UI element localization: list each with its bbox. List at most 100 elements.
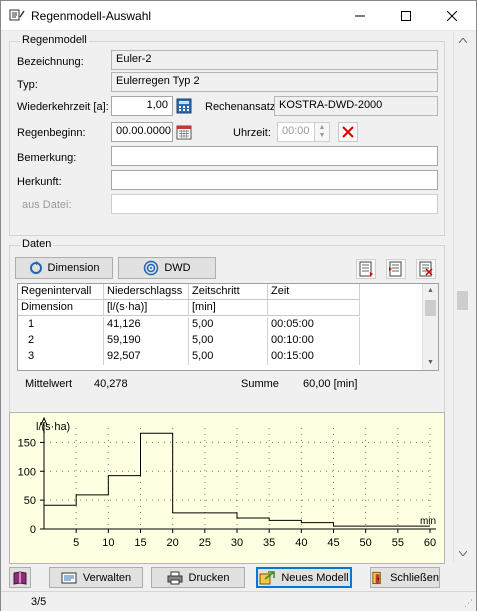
x-tick-label: 15 bbox=[134, 537, 146, 549]
summe-label: Summe bbox=[241, 378, 279, 390]
table-cell[interactable]: 41,126 bbox=[104, 317, 189, 333]
regenbeginn-input[interactable]: 00.00.0000 bbox=[111, 122, 173, 142]
dwd-button-label: DWD bbox=[164, 262, 191, 274]
daten-group-label: Daten bbox=[20, 238, 54, 250]
page-indicator: 3/5 bbox=[31, 596, 47, 608]
dimension-button-label: Dimension bbox=[47, 262, 100, 274]
y-tick-label: 0 bbox=[30, 524, 36, 536]
table-cell[interactable]: 5,00 bbox=[189, 349, 268, 365]
x-tick-label: 50 bbox=[360, 537, 372, 549]
window-scrollbar[interactable] bbox=[453, 32, 470, 562]
column-header[interactable]: Zeitschritt bbox=[189, 284, 268, 300]
column-header[interactable]: Regenintervall bbox=[18, 284, 104, 300]
drucken-button[interactable]: Drucken bbox=[151, 567, 245, 588]
status-bar: 3/5 ⋰ bbox=[1, 591, 476, 611]
x-tick-label: 35 bbox=[263, 537, 275, 549]
rechenansatz-field[interactable]: KOSTRA-DWD-2000 bbox=[274, 96, 438, 116]
column-header[interactable]: Niederschlagss bbox=[104, 284, 189, 300]
dialog-content: Regenmodell Bezeichnung: Euler-2 Typ: Eu… bbox=[1, 32, 453, 588]
bezeichnung-field[interactable]: Euler-2 bbox=[111, 50, 438, 70]
dwd-button[interactable]: DWD bbox=[118, 257, 216, 279]
table-row[interactable]: 1 41,126 5,00 00:05:00 bbox=[18, 317, 423, 333]
table-cell[interactable]: 5,00 bbox=[189, 333, 268, 349]
book-button[interactable] bbox=[9, 567, 31, 588]
export-icon[interactable] bbox=[386, 259, 406, 279]
data-table[interactable]: Regenintervall Niederschlagss Zeitschrit… bbox=[17, 283, 439, 371]
calendar-icon[interactable] bbox=[174, 122, 194, 142]
table-cell[interactable]: 2 bbox=[18, 333, 104, 349]
schliessen-button[interactable]: Schließen bbox=[370, 567, 440, 588]
bemerkung-input[interactable] bbox=[111, 146, 438, 166]
x-tick-label: 45 bbox=[327, 537, 339, 549]
uhrzeit-spinner[interactable]: ▲ ▼ bbox=[314, 122, 330, 142]
spin-down-icon[interactable]: ▼ bbox=[319, 132, 326, 140]
x-tick-label: 20 bbox=[167, 537, 179, 549]
y-axis-label: l/(s·ha) bbox=[36, 421, 70, 433]
y-tick-label: 50 bbox=[24, 495, 36, 507]
refresh-icon bbox=[29, 261, 42, 274]
book-icon bbox=[13, 570, 27, 585]
table-cell[interactable]: 00:10:00 bbox=[268, 333, 360, 349]
drucken-label: Drucken bbox=[188, 571, 230, 584]
delete-time-button[interactable] bbox=[338, 122, 358, 142]
x-tick-label: 25 bbox=[199, 537, 211, 549]
neues-modell-button[interactable]: Neues Modell bbox=[256, 567, 352, 588]
typ-label: Typ: bbox=[17, 79, 38, 91]
herkunft-label: Herkunft: bbox=[17, 176, 62, 188]
table-cell[interactable]: 3 bbox=[18, 349, 104, 365]
app-icon bbox=[9, 8, 25, 24]
table-scrollbar[interactable]: ▲ ▼ bbox=[422, 284, 438, 370]
dialog-window: Regenmodell-Auswahl Regenmodell Bezeichn… bbox=[0, 0, 477, 611]
scroll-up-icon[interactable] bbox=[454, 32, 471, 49]
table-row[interactable]: 2 59,190 5,00 00:10:00 bbox=[18, 333, 423, 349]
import-icon[interactable] bbox=[356, 259, 376, 279]
new-model-icon bbox=[259, 570, 276, 584]
table-cell[interactable]: 59,190 bbox=[104, 333, 189, 349]
herkunft-input[interactable] bbox=[111, 170, 438, 190]
table-cell[interactable]: 5,00 bbox=[189, 317, 268, 333]
table-scroll-thumb[interactable] bbox=[425, 300, 436, 316]
table-cell[interactable]: 92,507 bbox=[104, 349, 189, 365]
mittelwert-label: Mittelwert bbox=[25, 378, 73, 390]
regenbeginn-label: Regenbeginn: bbox=[17, 127, 86, 139]
resize-grip-icon[interactable]: ⋰ bbox=[464, 598, 473, 609]
unit-cell: [min] bbox=[189, 300, 268, 316]
typ-field[interactable]: Eulerregen Typ 2 bbox=[111, 72, 438, 92]
scroll-thumb[interactable] bbox=[457, 291, 468, 310]
spin-up-icon[interactable]: ▲ bbox=[319, 124, 326, 132]
delete-x-icon bbox=[342, 126, 354, 138]
close-button[interactable] bbox=[429, 1, 475, 31]
wiederkehrzeit-label: Wiederkehrzeit [a]: bbox=[17, 101, 109, 113]
unit-cell: Dimension bbox=[18, 300, 104, 316]
delete-table-icon[interactable] bbox=[416, 259, 436, 279]
uhrzeit-input[interactable]: 00:00 bbox=[277, 122, 315, 142]
minimize-button[interactable] bbox=[337, 1, 383, 31]
table-cell[interactable]: 00:05:00 bbox=[268, 317, 360, 333]
calculator-icon[interactable] bbox=[174, 96, 194, 116]
x-tick-label: 5 bbox=[73, 537, 79, 549]
aus-datei-field[interactable] bbox=[111, 194, 438, 214]
table-header-row: Regenintervall Niederschlagss Zeitschrit… bbox=[18, 284, 423, 300]
wiederkehrzeit-input[interactable]: 1,00 bbox=[111, 96, 173, 116]
verwalten-button[interactable]: Verwalten bbox=[49, 567, 143, 588]
table-cell[interactable]: 1 bbox=[18, 317, 104, 333]
x-axis-label: min bbox=[420, 516, 436, 527]
schliessen-label: Schließen bbox=[390, 571, 439, 584]
summe-value: 60,00 [min] bbox=[303, 378, 358, 390]
table-scroll-up-icon[interactable]: ▲ bbox=[423, 284, 438, 298]
table-row[interactable]: 3 92,507 5,00 00:15:00 bbox=[18, 349, 423, 365]
regenmodell-group-label: Regenmodell bbox=[20, 34, 89, 46]
dimension-button[interactable]: Dimension bbox=[15, 257, 113, 279]
window-title: Regenmodell-Auswahl bbox=[31, 9, 152, 23]
table-scroll-down-icon[interactable]: ▼ bbox=[423, 356, 438, 370]
title-bar: Regenmodell-Auswahl bbox=[1, 1, 476, 31]
x-tick-label: 30 bbox=[231, 537, 243, 549]
maximize-button[interactable] bbox=[383, 1, 429, 31]
rain-chart: 5 10 15 20 25 30 35 40 45 50 55 60 0 50 100 150 l/(s·ha)… bbox=[9, 412, 445, 564]
rechenansatz-label: Rechenansatz bbox=[205, 101, 276, 113]
table-cell[interactable]: 00:15:00 bbox=[268, 349, 360, 365]
scroll-down-icon[interactable] bbox=[454, 545, 471, 562]
neues-modell-label: Neues Modell bbox=[281, 571, 349, 584]
column-header[interactable]: Zeit bbox=[268, 284, 360, 300]
mittelwert-value: 40,278 bbox=[94, 378, 128, 390]
